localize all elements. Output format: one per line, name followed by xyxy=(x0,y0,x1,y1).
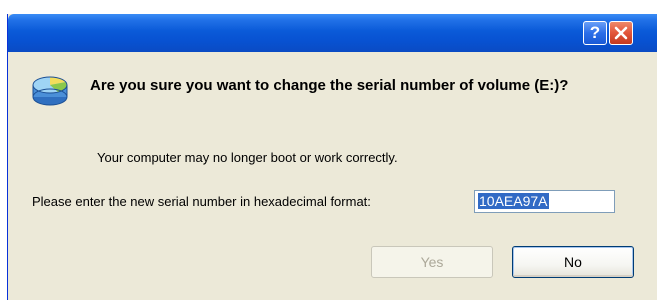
close-button[interactable] xyxy=(609,21,633,45)
no-button[interactable]: No xyxy=(512,246,634,278)
serial-prompt-label: Please enter the new serial number in he… xyxy=(32,194,371,209)
question-text: Are you sure you want to change the seri… xyxy=(90,77,569,94)
help-icon: ? xyxy=(589,23,601,42)
serial-number-input[interactable]: 10AEA97A xyxy=(474,190,615,213)
disk-volume-icon xyxy=(32,76,68,106)
yes-button[interactable]: Yes xyxy=(371,246,493,278)
serial-number-value: 10AEA97A xyxy=(478,193,549,209)
close-icon xyxy=(614,26,628,40)
title-bar[interactable]: ? xyxy=(8,14,657,52)
confirm-dialog: ? Are you sure you want to change the se… xyxy=(7,14,657,300)
warning-text: Your computer may no longer boot or work… xyxy=(97,150,398,165)
help-button[interactable]: ? xyxy=(583,21,607,45)
